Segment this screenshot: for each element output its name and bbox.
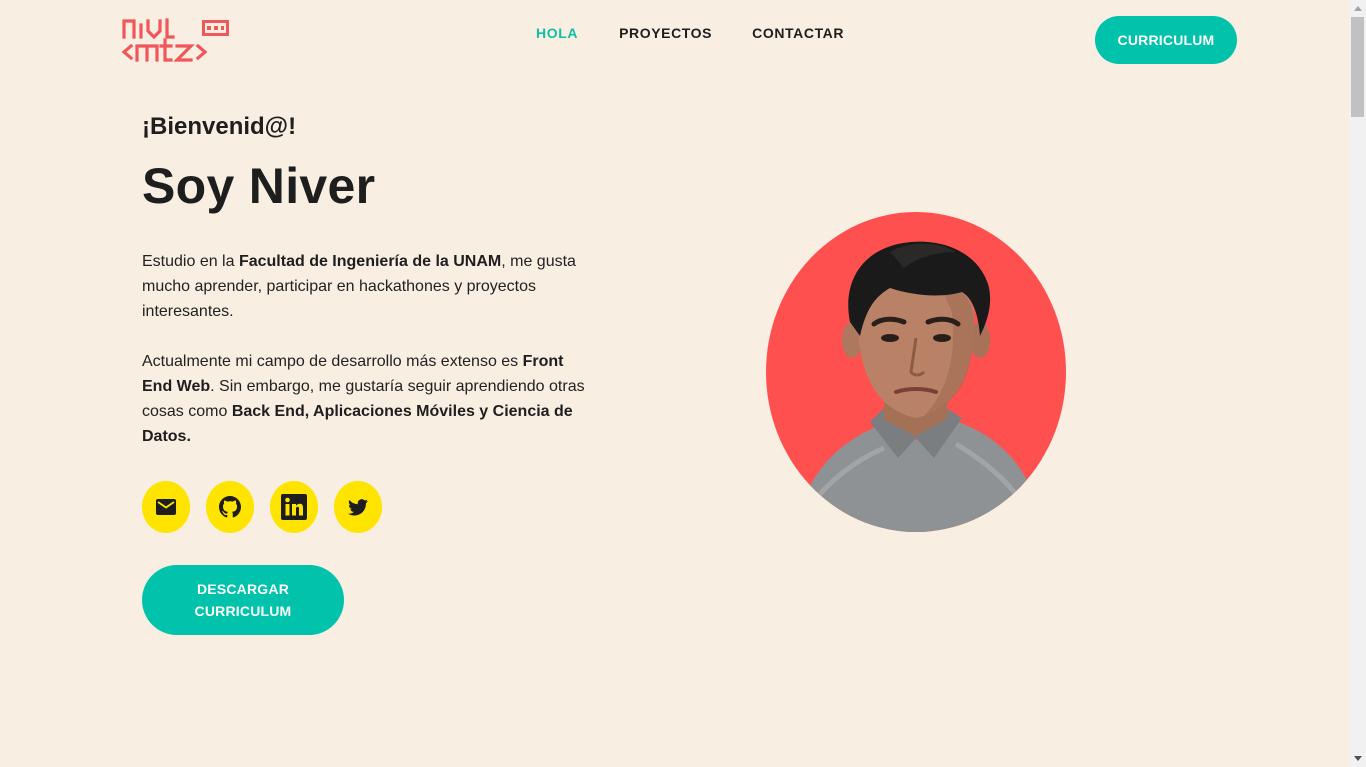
nav-hola[interactable]: HOLA	[536, 25, 578, 41]
logo[interactable]	[121, 16, 231, 64]
nav-proyectos[interactable]: PROYECTOS	[619, 25, 712, 41]
intro-paragraph: Estudio en la Facultad de Ingeniería de …	[142, 249, 592, 324]
email-link[interactable]	[142, 481, 190, 533]
focus-paragraph: Actualmente mi campo de desarrollo más e…	[142, 349, 592, 449]
nav-contactar[interactable]: CONTACTAR	[752, 25, 844, 41]
github-link[interactable]	[206, 481, 254, 533]
twitter-link[interactable]	[334, 481, 382, 533]
linkedin-icon	[281, 494, 307, 520]
github-icon	[219, 496, 241, 518]
avatar	[766, 212, 1066, 532]
twitter-icon	[348, 498, 368, 515]
site-header: HOLA PROYECTOS CONTACTAR CURRICULUM	[0, 0, 1349, 80]
download-curriculum-button[interactable]: DESCARGAR CURRICULUM	[142, 565, 344, 635]
greeting: ¡Bienvenid@!	[142, 113, 297, 140]
mail-icon	[156, 499, 176, 515]
curriculum-button[interactable]: CURRICULUM	[1095, 16, 1237, 64]
highlight-university: Facultad de Ingeniería de la UNAM	[238, 253, 502, 270]
text: Estudio en la	[142, 253, 239, 270]
vertical-scrollbar[interactable]	[1349, 0, 1366, 767]
linkedin-link[interactable]	[270, 481, 318, 533]
scrollbar-thumb[interactable]	[1351, 17, 1364, 117]
page: HOLA PROYECTOS CONTACTAR CURRICULUM ¡Bie…	[0, 0, 1366, 767]
scroll-up-arrow-icon[interactable]	[1349, 0, 1366, 17]
social-links	[142, 481, 382, 533]
text: Actualmente mi campo de desarrollo más e…	[142, 353, 523, 370]
main-nav: HOLA PROYECTOS CONTACTAR	[536, 25, 844, 41]
profile-photo	[794, 241, 1046, 532]
logo-mark	[121, 18, 229, 62]
page-title: Soy Niver	[142, 158, 376, 214]
scroll-down-arrow-icon[interactable]	[1349, 750, 1366, 767]
